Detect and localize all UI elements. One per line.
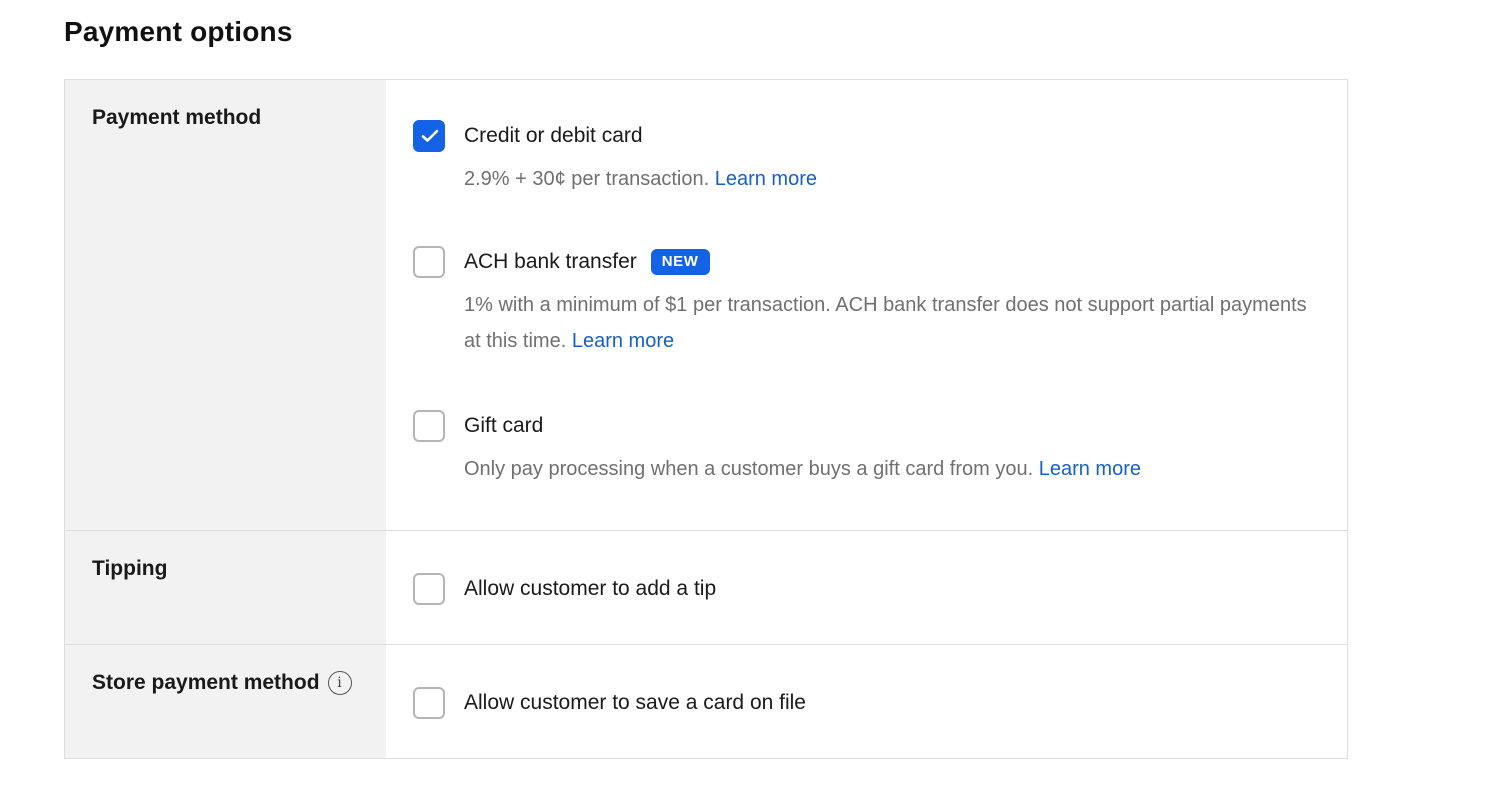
allow-tip-checkbox[interactable] xyxy=(413,572,445,605)
credit-card-description: 2.9% + 30¢ per transaction. Learn more xyxy=(464,161,1314,197)
save-card-checkbox[interactable] xyxy=(413,686,445,719)
gift-card-checkbox[interactable] xyxy=(413,410,445,442)
save-card-option: Allow customer to save a card on file xyxy=(413,686,806,719)
credit-card-title: Credit or debit card xyxy=(464,124,643,147)
payment-method-options: Credit or debit card 2.9% + 30¢ per tran… xyxy=(386,80,1347,530)
ach-transfer-option: ACH bank transfer NEW 1% with a minimum … xyxy=(413,246,1347,410)
gift-card-fee-text: Only pay processing when a customer buys… xyxy=(464,458,1034,480)
gift-card-description: Only pay processing when a customer buys… xyxy=(464,451,1314,487)
save-card-title: Allow customer to save a card on file xyxy=(464,690,806,714)
credit-card-option: Credit or debit card 2.9% + 30¢ per tran… xyxy=(413,120,1347,246)
ach-transfer-checkbox[interactable] xyxy=(413,246,445,278)
payment-method-row: Payment method Credit or debit card 2.9%… xyxy=(65,80,1347,530)
ach-transfer-description: 1% with a minimum of $1 per transaction.… xyxy=(464,287,1314,359)
tipping-label: Tipping xyxy=(65,531,386,644)
tipping-row: Tipping Allow customer to add a tip xyxy=(65,530,1347,644)
store-payment-method-label: Store payment method xyxy=(92,671,320,694)
ach-transfer-title-row: ACH bank transfer NEW xyxy=(464,246,1347,278)
gift-card-title: Gift card xyxy=(464,414,544,437)
tipping-options: Allow customer to add a tip xyxy=(386,531,1347,644)
payment-options-table: Payment method Credit or debit card 2.9%… xyxy=(64,79,1348,759)
ach-transfer-title: ACH bank transfer xyxy=(464,250,637,273)
credit-card-fee-text: 2.9% + 30¢ per transaction. xyxy=(464,168,710,190)
allow-tip-title: Allow customer to add a tip xyxy=(464,576,717,600)
credit-card-learn-more-link[interactable]: Learn more xyxy=(715,168,817,190)
credit-card-checkbox[interactable] xyxy=(413,120,445,152)
store-payment-method-row: Store payment method i Allow customer to… xyxy=(65,644,1347,758)
gift-card-learn-more-link[interactable]: Learn more xyxy=(1039,458,1141,480)
gift-card-option: Gift card Only pay processing when a cus… xyxy=(413,410,1347,530)
checkmark-icon xyxy=(421,129,439,142)
info-icon[interactable]: i xyxy=(327,671,352,695)
payment-method-label: Payment method xyxy=(65,80,386,530)
ach-transfer-learn-more-link[interactable]: Learn more xyxy=(572,330,674,352)
store-payment-method-label-cell: Store payment method i xyxy=(65,645,386,758)
store-payment-options: Allow customer to save a card on file xyxy=(386,645,1347,758)
page-title: Payment options xyxy=(64,16,293,47)
new-badge: NEW xyxy=(650,249,710,275)
allow-tip-option: Allow customer to add a tip xyxy=(413,572,717,605)
